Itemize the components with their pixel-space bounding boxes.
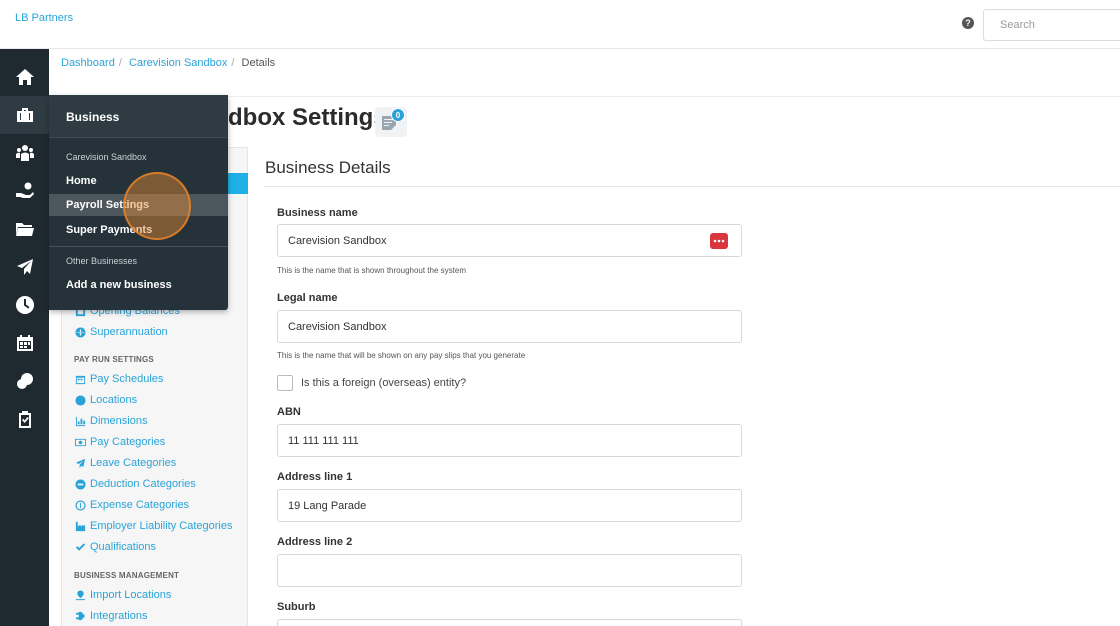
calendar-icon [74,374,86,385]
nav-integrations[interactable]: Integrations [74,610,147,622]
briefcase-icon[interactable] [0,96,49,134]
address-line-1-label: Address line 1 [277,471,353,483]
coins-icon[interactable] [0,362,49,400]
current-business-label: Carevision Sandbox [66,152,147,162]
foreign-entity-label: Is this a foreign (overseas) entity? [301,377,467,389]
breadcrumb: Dashboard / Carevision Sandbox / Details [61,57,276,69]
plug-icon [74,611,86,622]
globe-icon [74,394,86,406]
business-name-input[interactable] [277,224,742,257]
search-input[interactable] [983,9,1120,41]
factory-icon [74,521,86,532]
nav-import-locations[interactable]: Import Locations [74,589,171,601]
folder-icon[interactable] [0,210,49,248]
clock-icon[interactable] [0,286,49,324]
home-icon[interactable] [0,58,49,96]
suburb-input[interactable] [277,619,742,626]
legal-name-hint: This is the name that will be shown on a… [277,351,526,360]
notes-count-badge: 0 [391,108,405,122]
plane-icon [74,458,86,469]
nav-pay-schedules[interactable]: Pay Schedules [74,373,163,385]
money-icon [74,437,86,448]
bar-chart-icon [74,416,86,427]
section-title: Business Details [265,158,391,177]
icon-rail [0,49,49,626]
map-pin-icon [74,589,86,601]
notes-button[interactable]: 0 [375,107,407,137]
legal-name-input[interactable] [277,310,742,343]
nav-pay-categories[interactable]: Pay Categories [74,436,165,448]
section-business-management: BUSINESS MANAGEMENT [74,571,180,580]
brand-link[interactable]: LB Partners [15,12,73,24]
breadcrumb-current: Details [241,57,276,69]
legal-name-label: Legal name [277,292,338,304]
nav-superannuation[interactable]: Superannuation [74,326,168,338]
other-businesses-label: Other Businesses [66,256,138,266]
top-bar: LB Partners ? [0,0,1120,49]
nav-employer-liability-categories[interactable]: Employer Liability Categories [74,520,232,532]
nav-locations[interactable]: Locations [74,394,137,406]
dropdown-divider [49,246,228,247]
section-pay-run-settings: PAY RUN SETTINGS [74,355,154,364]
breadcrumb-dashboard[interactable]: Dashboard [61,57,115,69]
dropdown-header: Business [49,95,228,138]
calendar-icon[interactable] [0,324,49,362]
abn-input[interactable] [277,424,742,457]
nav-dimensions[interactable]: Dimensions [74,415,147,427]
section-divider [264,186,1120,187]
more-options-icon[interactable] [710,233,728,249]
suburb-label: Suburb [277,601,316,613]
nav-expense-categories[interactable]: Expense Categories [74,499,189,511]
check-icon [74,542,86,553]
help-icon[interactable]: ? [962,17,974,29]
foreign-entity-checkbox[interactable] [277,375,293,391]
dollar-circle-icon [74,499,86,511]
address-line-2-input[interactable] [277,554,742,587]
abn-label: ABN [277,406,301,418]
minus-circle-icon [74,478,86,490]
nav-deduction-categories[interactable]: Deduction Categories [74,478,196,490]
clipboard-check-icon[interactable] [0,400,49,438]
plane-icon[interactable] [0,248,49,286]
active-nav-indicator [228,173,248,194]
business-name-hint: This is the name that is shown throughou… [277,266,466,275]
nav-qualifications[interactable]: Qualifications [74,541,156,553]
breadcrumb-business[interactable]: Carevision Sandbox [129,57,227,69]
business-name-label: Business name [277,207,358,219]
click-indicator [123,172,191,240]
people-icon[interactable] [0,134,49,172]
address-line-2-label: Address line 2 [277,536,353,548]
address-line-1-input[interactable] [277,489,742,522]
hand-money-icon[interactable] [0,172,49,210]
globe-icon [74,326,86,338]
menu-item-add-business[interactable]: Add a new business [49,274,228,296]
nav-leave-categories[interactable]: Leave Categories [74,457,176,469]
